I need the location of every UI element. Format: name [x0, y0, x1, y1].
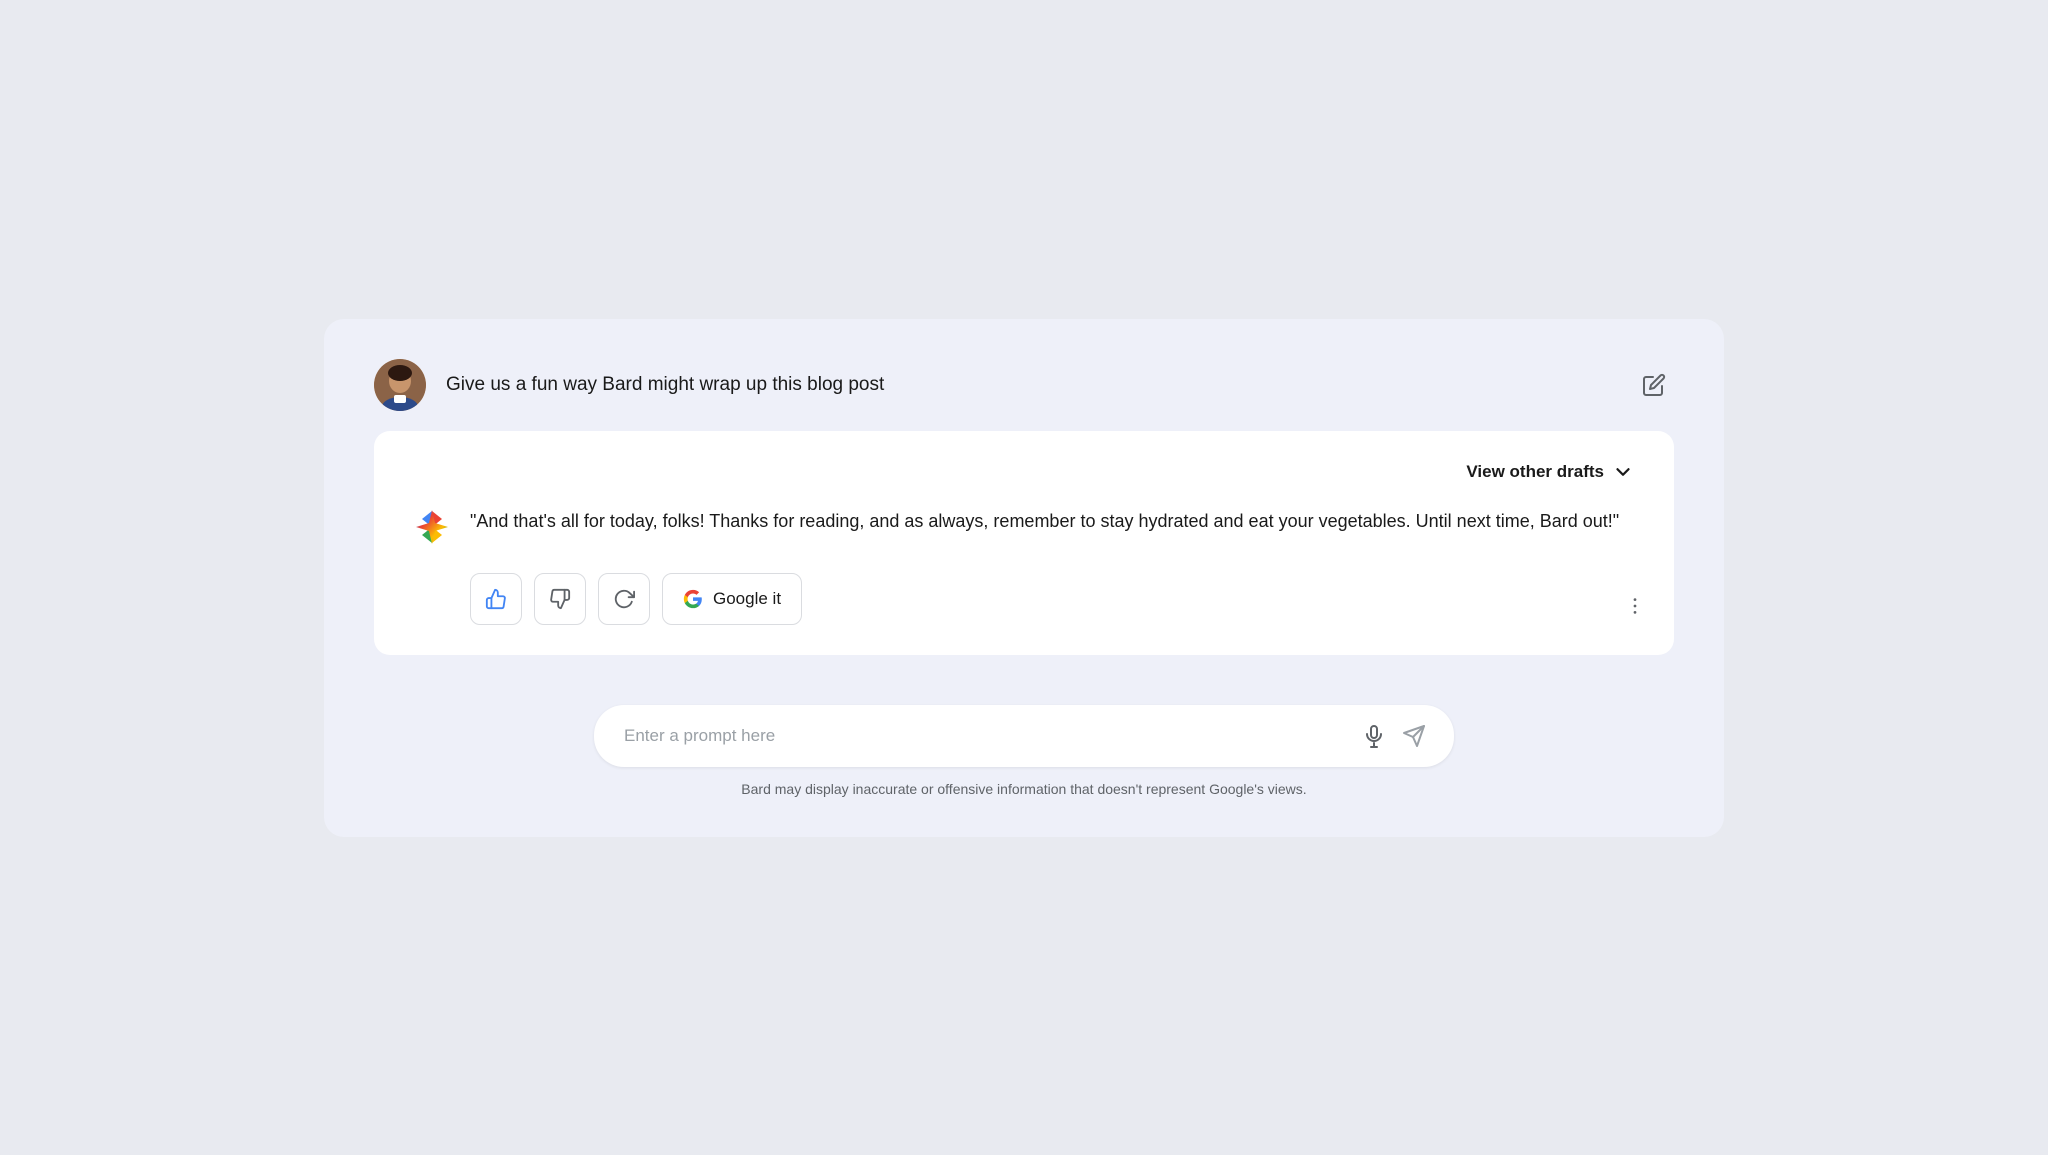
refresh-button[interactable]	[598, 573, 650, 625]
input-area: Bard may display inaccurate or offensive…	[374, 705, 1674, 797]
send-button[interactable]	[1394, 716, 1434, 756]
more-options-icon	[1624, 595, 1646, 617]
thumbs-down-button[interactable]	[534, 573, 586, 625]
avatar	[374, 359, 426, 411]
view-drafts-label: View other drafts	[1466, 462, 1604, 482]
response-body: "And that's all for today, folks! Thanks…	[414, 507, 1634, 545]
more-options-button[interactable]	[1616, 587, 1654, 625]
thumbs-down-icon	[549, 588, 571, 610]
google-it-label: Google it	[713, 589, 781, 609]
view-other-drafts-button[interactable]: View other drafts	[1466, 461, 1634, 483]
avatar-svg	[374, 359, 426, 411]
google-g-icon	[683, 589, 703, 609]
mic-icon	[1362, 724, 1386, 748]
main-container: Give us a fun way Bard might wrap up thi…	[324, 319, 1724, 837]
bard-icon	[414, 509, 450, 545]
thumbs-up-icon	[485, 588, 507, 610]
prompt-input[interactable]	[614, 726, 1354, 746]
google-it-button[interactable]: Google it	[662, 573, 802, 625]
bard-sparkle-svg	[414, 509, 450, 545]
user-prompt-text: Give us a fun way Bard might wrap up thi…	[446, 374, 884, 396]
chevron-down-icon	[1612, 461, 1634, 483]
edit-icon	[1642, 373, 1666, 397]
user-prompt-row: Give us a fun way Bard might wrap up thi…	[374, 359, 1674, 411]
send-icon	[1402, 724, 1426, 748]
edit-button[interactable]	[1634, 365, 1674, 405]
view-drafts-row: View other drafts	[414, 461, 1634, 483]
response-text: "And that's all for today, folks! Thanks…	[470, 507, 1634, 536]
mic-button[interactable]	[1354, 716, 1394, 756]
action-buttons-row: Google it	[470, 573, 1634, 625]
disclaimer-text: Bard may display inaccurate or offensive…	[741, 781, 1306, 797]
refresh-icon	[613, 588, 635, 610]
thumbs-up-button[interactable]	[470, 573, 522, 625]
response-card: View other drafts	[374, 431, 1674, 655]
prompt-input-wrapper	[594, 705, 1454, 767]
user-prompt-left: Give us a fun way Bard might wrap up thi…	[374, 359, 884, 411]
